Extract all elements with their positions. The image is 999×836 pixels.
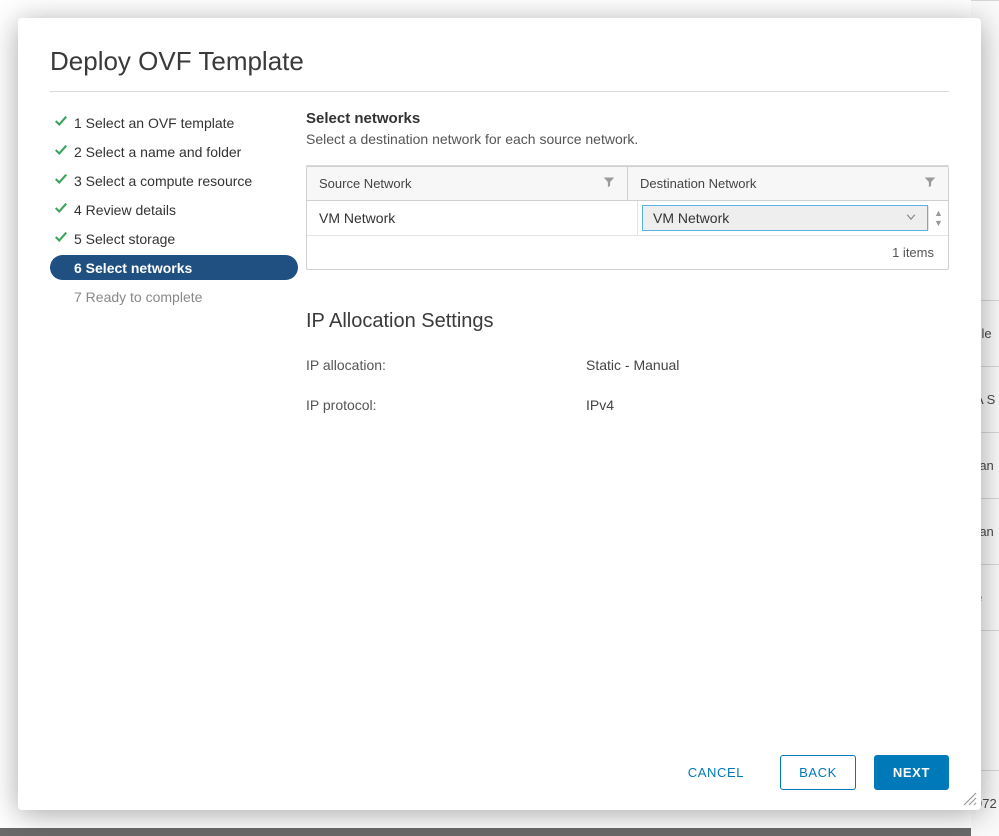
check-icon [54, 201, 74, 218]
items-count: 1 items [892, 245, 934, 260]
kv-value: IPv4 [586, 397, 614, 413]
kv-value: Static - Manual [586, 357, 679, 373]
col-label: Destination Network [640, 176, 756, 191]
table-row: VM Network VM Network ▲ ▼ [307, 201, 948, 236]
chevron-down-icon [905, 210, 917, 226]
wizard-footer: CANCEL BACK NEXT [50, 741, 949, 790]
wizard-step-label: 7 Ready to complete [74, 289, 202, 305]
section-heading: Select networks [306, 110, 949, 127]
table-header: Source Network Destination Network [307, 167, 948, 201]
wizard-step-label: 2 Select a name and folder [74, 144, 241, 160]
wizard-step-5[interactable]: 5 Select storage [50, 226, 298, 251]
wizard-step-label: 3 Select a compute resource [74, 173, 252, 189]
col-source-network[interactable]: Source Network [307, 167, 627, 200]
ip-allocation-row: IP allocation: Static - Manual [306, 357, 949, 373]
wizard-step-4[interactable]: 4 Review details [50, 197, 298, 222]
section-subtitle: Select a destination network for each so… [306, 131, 949, 147]
kv-key: IP protocol: [306, 397, 586, 413]
cancel-button[interactable]: CANCEL [670, 756, 762, 789]
destination-network-cell: VM Network ▲ ▼ [637, 201, 948, 235]
check-icon [54, 288, 74, 305]
dropdown-value: VM Network [653, 210, 729, 226]
ip-allocation-heading: IP Allocation Settings [306, 310, 949, 333]
kv-key: IP allocation: [306, 357, 586, 373]
step-content: Select networks Select a destination net… [298, 110, 949, 741]
deploy-ovf-modal: Deploy OVF Template 1 Select an OVF temp… [18, 18, 981, 810]
scroll-arrows[interactable]: ▲ ▼ [928, 206, 948, 230]
networks-table: Source Network Destination Network VM Ne… [306, 166, 949, 270]
caret-down-icon[interactable]: ▼ [934, 218, 943, 228]
ip-protocol-row: IP protocol: IPv4 [306, 397, 949, 413]
wizard-step-label: 5 Select storage [74, 231, 175, 247]
resize-grip-icon[interactable] [963, 792, 977, 806]
wizard-step-label: 4 Review details [74, 202, 176, 218]
wizard-step-label: 6 Select networks [74, 260, 192, 276]
destination-network-dropdown[interactable]: VM Network [642, 205, 928, 231]
back-button[interactable]: BACK [780, 755, 856, 790]
check-icon [54, 172, 74, 189]
col-label: Source Network [319, 176, 411, 191]
filter-icon[interactable] [603, 176, 615, 191]
wizard-step-label: 1 Select an OVF template [74, 115, 234, 131]
col-destination-network[interactable]: Destination Network [627, 167, 948, 200]
check-icon [54, 259, 74, 276]
source-network-cell: VM Network [307, 201, 637, 235]
check-icon [54, 143, 74, 160]
check-icon [54, 114, 74, 131]
wizard-step-2[interactable]: 2 Select a name and folder [50, 139, 298, 164]
table-footer: 1 items [307, 236, 948, 269]
wizard-step-1[interactable]: 1 Select an OVF template [50, 110, 298, 135]
wizard-step-7: 7 Ready to complete [50, 284, 298, 309]
wizard-steps: 1 Select an OVF template 2 Select a name… [50, 110, 298, 741]
caret-up-icon[interactable]: ▲ [934, 208, 943, 218]
check-icon [54, 230, 74, 247]
modal-title: Deploy OVF Template [50, 46, 949, 92]
wizard-step-6[interactable]: 6 Select networks [50, 255, 298, 280]
next-button[interactable]: NEXT [874, 755, 949, 790]
filter-icon[interactable] [924, 176, 936, 191]
wizard-step-3[interactable]: 3 Select a compute resource [50, 168, 298, 193]
